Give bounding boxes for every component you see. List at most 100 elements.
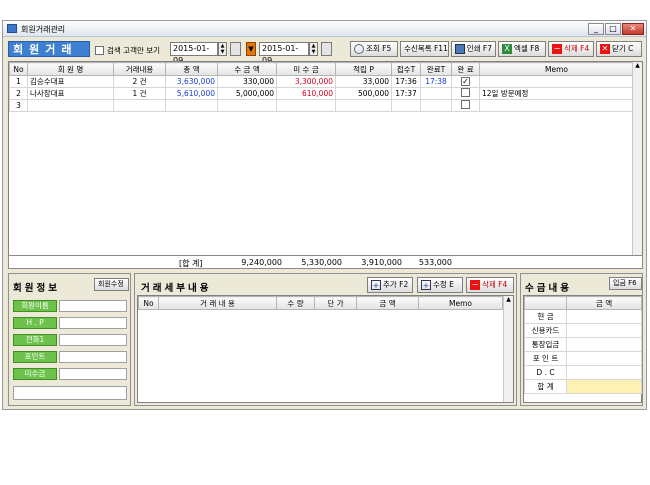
receive-list-button[interactable]: 수신목록 F11 xyxy=(400,41,449,57)
delete-button[interactable]: − 삭제 F4 xyxy=(548,41,594,57)
col-name[interactable]: 회 원 명 xyxy=(27,62,114,76)
date-to-field[interactable]: 2015-01-09 xyxy=(259,42,309,65)
summary-label: [합 계] xyxy=(179,259,203,268)
payment-row-total: 합 계 xyxy=(524,379,642,394)
member-hp-field[interactable] xyxy=(59,317,127,329)
member-points-label: 포인트 xyxy=(13,351,57,363)
member-info-title: 회원정보 xyxy=(13,283,60,294)
transaction-table: No 회 원 명 거래내용 총 액 수 금 액 미 수 금 적립 P 접수T 완… xyxy=(9,62,634,112)
payment-table: 금 액 현 금 신용카드 통장입금 포 인 트 D . C 합 계 xyxy=(524,296,642,394)
add-detail-button[interactable]: + 추가 F2 xyxy=(367,277,413,293)
member-phone-field[interactable] xyxy=(59,334,127,346)
col-points[interactable]: 적립 P xyxy=(335,62,392,76)
search-button[interactable]: 조회 F5 xyxy=(350,41,398,57)
plus-icon: + xyxy=(421,280,431,290)
col-unpaid[interactable]: 미 수 금 xyxy=(276,62,336,76)
member-memo-field[interactable] xyxy=(13,386,127,400)
payment-title: 수금내용 xyxy=(525,283,572,294)
payment-row-card[interactable]: 신용카드 xyxy=(524,323,642,338)
minus-icon: − xyxy=(552,44,562,54)
table-row[interactable]: 3 xyxy=(9,99,634,112)
close-window-button[interactable]: ✕ xyxy=(622,23,644,35)
calendar-icon[interactable] xyxy=(321,42,332,56)
col-no[interactable]: No xyxy=(9,62,28,76)
payment-row-dc[interactable]: D . C xyxy=(524,365,642,380)
printer-icon xyxy=(455,44,465,54)
member-points-field[interactable] xyxy=(59,351,127,363)
calendar-icon[interactable] xyxy=(230,42,241,56)
detail-table-header: No 거 래 내 용 수 량 단 가 금 액 Memo xyxy=(138,296,503,310)
plus-icon: + xyxy=(371,280,381,290)
member-name-label: 회원이름 xyxy=(13,300,57,312)
search-filter-checkbox[interactable]: 검색 고객만 보기 xyxy=(95,45,160,56)
member-info-panel: 회원정보 회원수정 회원이름 H . P 전화1 포인트 미수금 xyxy=(8,273,131,406)
col-detail-no[interactable]: No xyxy=(138,296,159,310)
summary-paid: 5,330,000 xyxy=(301,258,342,267)
col-total[interactable]: 총 액 xyxy=(165,62,218,76)
detail-scrollbar[interactable]: ▲ xyxy=(503,296,513,402)
close-icon: ✕ xyxy=(600,44,610,54)
col-paid[interactable]: 수 금 액 xyxy=(217,62,277,76)
date-to-spinner[interactable]: ▲ ▼ xyxy=(309,42,318,56)
minimize-button[interactable]: _ xyxy=(588,23,604,35)
member-phone-label: 전화1 xyxy=(13,334,57,346)
detail-grid: No 거 래 내 용 수 량 단 가 금 액 Memo ▲ xyxy=(137,295,514,403)
minus-icon: − xyxy=(470,280,480,290)
col-detail-qty[interactable]: 수 량 xyxy=(276,296,315,310)
payment-panel: 수금내용 입금 F6 금 액 현 금 신용카드 통장입금 포 인 트 D . C… xyxy=(520,273,643,406)
col-detail-amount[interactable]: 금 액 xyxy=(356,296,419,310)
edit-detail-button[interactable]: + 수정 E xyxy=(417,277,463,293)
member-unpaid-label: 미수금 xyxy=(13,368,57,380)
date-from-field[interactable]: 2015-01-09 xyxy=(170,42,218,65)
excel-button[interactable]: X 엑셀 F8 xyxy=(498,41,546,57)
checkbox-box[interactable] xyxy=(95,46,104,55)
date-from-spinner[interactable]: ▲ ▼ xyxy=(218,42,227,56)
table-row[interactable]: 2 나사장대표 1 건 5,610,000 5,000,000 610,000 … xyxy=(9,87,634,100)
print-button[interactable]: 인쇄 F7 xyxy=(451,41,496,57)
payment-row-cash[interactable]: 현 금 xyxy=(524,309,642,324)
app-icon xyxy=(7,24,17,33)
member-unpaid-field[interactable] xyxy=(59,368,127,380)
member-name-field[interactable] xyxy=(59,300,127,312)
deposit-button[interactable]: 입금 F6 xyxy=(609,277,642,290)
main-window: 회원거래관리 _ □ ✕ 회원거래 검색 고객만 보기 2015-01-09 ▲… xyxy=(2,20,647,410)
payment-row-bank[interactable]: 통장입금 xyxy=(524,337,642,352)
arrow-down-icon[interactable]: ▼ xyxy=(246,42,256,56)
title-bar: 회원거래관리 _ □ ✕ xyxy=(3,21,646,37)
scroll-up-icon[interactable]: ▲ xyxy=(504,296,513,303)
col-done-time[interactable]: 완료T xyxy=(420,62,452,76)
col-memo[interactable]: Memo xyxy=(479,62,634,76)
edit-member-button[interactable]: 회원수정 xyxy=(94,278,129,291)
page-title: 회원거래 xyxy=(8,41,90,57)
payment-grid: 금 액 현 금 신용카드 통장입금 포 인 트 D . C 합 계 xyxy=(523,295,642,403)
table-header: No 회 원 명 거래내용 총 액 수 금 액 미 수 금 적립 P 접수T 완… xyxy=(9,62,634,76)
scroll-up-icon[interactable]: ▲ xyxy=(633,62,642,69)
summary-total: 9,240,000 xyxy=(241,258,282,267)
maximize-button[interactable]: □ xyxy=(605,23,621,35)
search-icon xyxy=(354,44,364,54)
done-checkbox[interactable]: ✓ xyxy=(451,75,480,88)
grid-scrollbar[interactable]: ▲ ▼ xyxy=(632,62,642,266)
summary-points: 533,000 xyxy=(418,258,452,267)
close-button[interactable]: ✕ 닫기 C xyxy=(596,41,642,57)
done-checkbox[interactable] xyxy=(451,87,480,100)
payment-row-points[interactable]: 포 인 트 xyxy=(524,351,642,366)
transaction-detail-panel: 거래세부내용 + 추가 F2 + 수정 E − 삭제 F4 No 거 래 내 용 xyxy=(134,273,517,406)
detail-title: 거래세부내용 xyxy=(141,283,212,294)
delete-detail-button[interactable]: − 삭제 F4 xyxy=(466,277,514,293)
col-detail-content[interactable]: 거 래 내 용 xyxy=(158,296,277,310)
col-detail-memo[interactable]: Memo xyxy=(418,296,503,310)
col-recv-time[interactable]: 접수T xyxy=(391,62,421,76)
table-row[interactable]: 1 김승수대표 2 건 3,630,000 330,000 3,300,000 … xyxy=(9,75,634,88)
col-content[interactable]: 거래내용 xyxy=(113,62,166,76)
col-done[interactable]: 완 료 xyxy=(451,62,480,76)
checkbox-label: 검색 고객만 보기 xyxy=(107,46,161,55)
summary-row: [합 계] 9,240,000 5,330,000 3,910,000 533,… xyxy=(8,255,643,269)
window-title: 회원거래관리 xyxy=(21,25,66,34)
member-hp-label: H . P xyxy=(13,317,57,329)
detail-table: No 거 래 내 용 수 량 단 가 금 액 Memo xyxy=(138,296,503,310)
transaction-grid: No 회 원 명 거래내용 총 액 수 금 액 미 수 금 적립 P 접수T 완… xyxy=(8,61,643,267)
col-detail-price[interactable]: 단 가 xyxy=(314,296,357,310)
done-checkbox[interactable] xyxy=(451,99,480,112)
excel-icon: X xyxy=(502,44,512,54)
